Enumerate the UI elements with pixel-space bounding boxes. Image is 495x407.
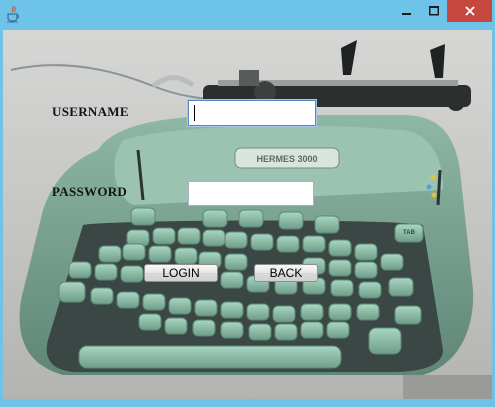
close-icon xyxy=(464,6,475,16)
back-button[interactable]: BACK xyxy=(254,264,318,282)
maximize-button[interactable] xyxy=(421,0,447,22)
username-label: USERNAME xyxy=(52,104,129,119)
application-window: HERMES 3000 TAB USERNAME PASSWORD LOGIN … xyxy=(0,0,495,407)
title-bar[interactable] xyxy=(0,0,495,30)
maximize-icon xyxy=(429,6,439,16)
minimize-button[interactable] xyxy=(394,0,420,22)
minimize-icon xyxy=(402,13,411,15)
password-input[interactable] xyxy=(188,181,314,206)
password-label: PASSWORD xyxy=(52,184,128,199)
typewriter-background-image: HERMES 3000 TAB xyxy=(10,40,492,399)
svg-text:TAB: TAB xyxy=(403,230,416,236)
content-panel: HERMES 3000 TAB USERNAME PASSWORD LOGIN … xyxy=(3,30,492,399)
close-button[interactable] xyxy=(447,0,492,22)
java-icon xyxy=(7,5,19,23)
text-caret xyxy=(194,105,195,121)
username-input[interactable] xyxy=(188,100,316,126)
hermes-logo: HERMES 3000 xyxy=(256,154,317,164)
login-button[interactable]: LOGIN xyxy=(144,264,218,282)
